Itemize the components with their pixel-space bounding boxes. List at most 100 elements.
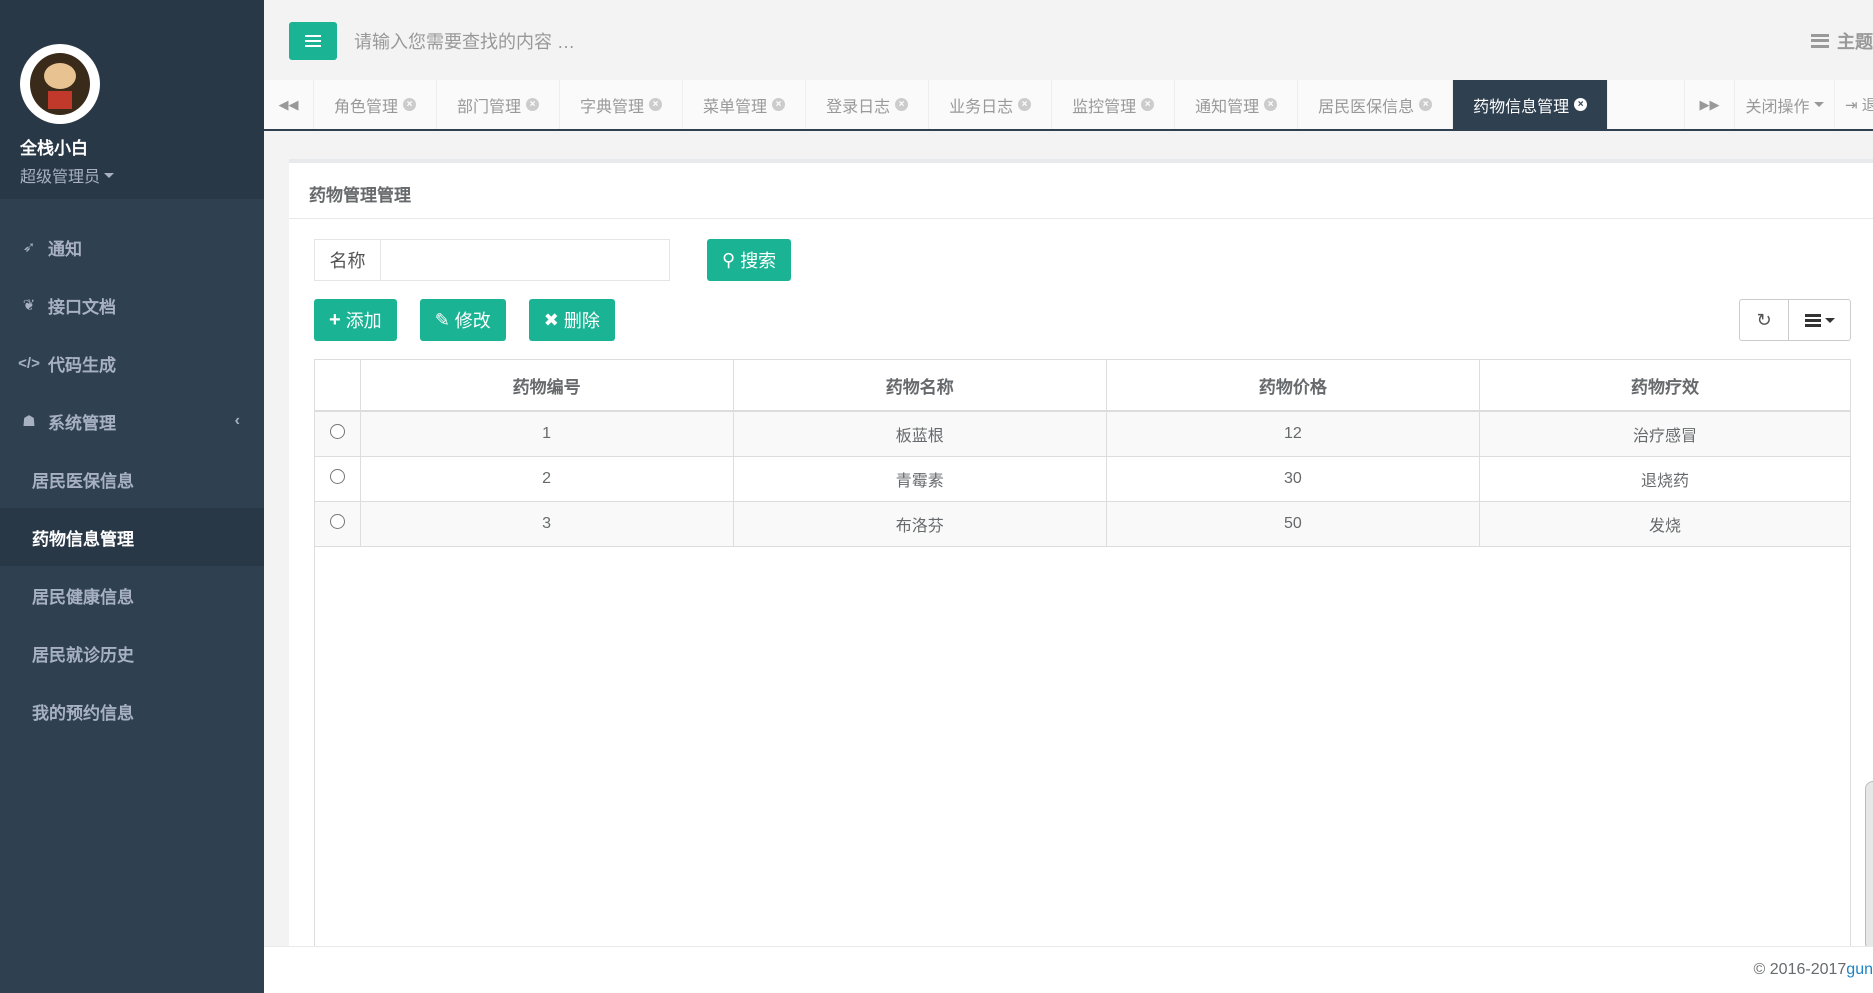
tab-dict[interactable]: 字典管理 × bbox=[560, 80, 684, 129]
tab-role[interactable]: 角色管理 × bbox=[314, 80, 438, 129]
tab-label: 药物信息管理 bbox=[1473, 98, 1570, 116]
side-scroll-handle[interactable] bbox=[1865, 781, 1873, 951]
avatar-image bbox=[30, 53, 90, 115]
logout-button[interactable]: ⇥ 退 bbox=[1834, 80, 1873, 129]
row-radio[interactable] bbox=[329, 468, 345, 484]
top-header: 主题 bbox=[264, 0, 1873, 80]
theme-button[interactable]: 主题 bbox=[1811, 28, 1873, 54]
row-select-cell bbox=[315, 501, 361, 547]
sidebar-item-label: 通知 bbox=[48, 239, 82, 259]
close-icon[interactable]: × bbox=[1574, 98, 1588, 111]
footer-link[interactable]: gun bbox=[1846, 961, 1873, 979]
close-icon[interactable]: × bbox=[1419, 98, 1433, 111]
tab-label: 菜单管理 bbox=[703, 98, 768, 116]
tab-scroll-right-button[interactable]: ▶▶ bbox=[1684, 80, 1734, 129]
columns-button[interactable] bbox=[1788, 300, 1850, 340]
tab-monitor[interactable]: 监控管理 × bbox=[1052, 80, 1176, 129]
delete-button-label: 删除 bbox=[563, 311, 600, 331]
close-operations-label: 关闭操作 bbox=[1745, 98, 1810, 116]
sidebar-item-code-gen[interactable]: </> 代码生成 bbox=[0, 334, 264, 392]
sidebar-item-health[interactable]: 居民健康信息 bbox=[0, 566, 264, 624]
header-drug-id[interactable]: 药物编号 bbox=[360, 360, 734, 412]
header-drug-effect[interactable]: 药物疗效 bbox=[1479, 360, 1850, 412]
sidebar-item-api-docs[interactable]: ❦ 接口文档 bbox=[0, 276, 264, 334]
tab-scroll-left-button[interactable]: ◀◀ bbox=[264, 80, 314, 129]
delete-button[interactable]: ✖ 删除 bbox=[528, 299, 615, 341]
theme-label: 主题 bbox=[1837, 32, 1873, 52]
close-icon[interactable]: × bbox=[895, 98, 909, 111]
chevron-left-icon: ‹ bbox=[234, 412, 240, 429]
footer: © 2016-2017 gun bbox=[264, 946, 1873, 993]
name-filter: 名称 bbox=[314, 239, 670, 281]
edit-icon: ✎ bbox=[434, 309, 450, 330]
close-icon[interactable]: × bbox=[1141, 98, 1155, 111]
sidebar-item-system[interactable]: ☗ 系统管理 ‹ bbox=[0, 392, 264, 450]
tab-dept[interactable]: 部门管理 × bbox=[437, 80, 561, 129]
search-button-label: 搜索 bbox=[740, 251, 777, 271]
avatar[interactable] bbox=[20, 44, 100, 124]
profile-role-dropdown[interactable]: 超级管理员 bbox=[20, 163, 264, 187]
tab-label: 部门管理 bbox=[457, 98, 522, 116]
tab-label: 业务日志 bbox=[949, 98, 1014, 116]
drug-panel: 药物管理管理 名称 ⚲ 搜索 + 添加 ✎ 修改 ✖ 删除 ↻ 药物编号 药物名… bbox=[289, 159, 1873, 950]
header-drug-name[interactable]: 药物名称 bbox=[733, 360, 1107, 412]
row-radio[interactable] bbox=[329, 513, 345, 529]
row-select-cell bbox=[315, 456, 361, 502]
sidebar: 全栈小白 超级管理员 ➶ 通知 ❦ 接口文档 </> 代码生成 ☗ 系统管理 ‹… bbox=[0, 0, 264, 993]
add-button-label: 添加 bbox=[345, 311, 382, 331]
tab-insurance[interactable]: 居民医保信息 × bbox=[1298, 80, 1454, 129]
close-icon[interactable]: × bbox=[1018, 98, 1032, 111]
sidebar-nav: ➶ 通知 ❦ 接口文档 </> 代码生成 ☗ 系统管理 ‹ 居民医保信息 药物信… bbox=[0, 218, 264, 740]
sidebar-item-drug[interactable]: 药物信息管理 bbox=[0, 508, 264, 566]
edit-button[interactable]: ✎ 修改 bbox=[419, 299, 506, 341]
content-area: 药物管理管理 名称 ⚲ 搜索 + 添加 ✎ 修改 ✖ 删除 ↻ 药物编号 药物名… bbox=[264, 131, 1873, 951]
close-icon[interactable]: × bbox=[403, 98, 417, 111]
times-icon: ✖ bbox=[543, 309, 559, 330]
search-icon: ⚲ bbox=[722, 249, 736, 270]
refresh-button[interactable]: ↻ bbox=[1740, 300, 1788, 340]
menu-toggle-button[interactable] bbox=[289, 22, 337, 60]
sidebar-item-insurance[interactable]: 居民医保信息 bbox=[0, 450, 264, 508]
close-icon[interactable]: × bbox=[772, 98, 786, 111]
tab-drug[interactable]: 药物信息管理 × bbox=[1453, 80, 1609, 129]
rocket-icon: ➶ bbox=[22, 239, 36, 256]
sidebar-item-notice[interactable]: ➶ 通知 bbox=[0, 218, 264, 276]
close-icon[interactable]: × bbox=[526, 98, 540, 111]
table-cell: 发烧 bbox=[1479, 501, 1850, 547]
sidebar-item-label: 我的预约信息 bbox=[32, 703, 134, 723]
backward-icon: ◀◀ bbox=[278, 96, 299, 112]
sidebar-item-label: 接口文档 bbox=[48, 297, 116, 317]
table-cell: 治疗感冒 bbox=[1479, 411, 1850, 457]
sidebar-item-visits[interactable]: 居民就诊历史 bbox=[0, 624, 264, 682]
header-drug-price[interactable]: 药物价格 bbox=[1106, 360, 1481, 412]
search-input[interactable] bbox=[354, 26, 854, 58]
profile-role-label: 超级管理员 bbox=[20, 169, 101, 186]
table-cell: 3 bbox=[360, 501, 734, 547]
tab-label: 登录日志 bbox=[826, 98, 891, 116]
close-icon[interactable]: × bbox=[1264, 98, 1278, 111]
close-icon[interactable]: × bbox=[649, 98, 663, 111]
list-icon bbox=[1804, 313, 1821, 327]
add-button[interactable]: + 添加 bbox=[314, 299, 397, 341]
tab-biz-log[interactable]: 业务日志 × bbox=[929, 80, 1053, 129]
close-operations-dropdown[interactable]: 关闭操作 bbox=[1734, 80, 1834, 129]
table-row[interactable]: 1 板蓝根 12 治疗感冒 bbox=[315, 411, 1850, 457]
action-toolbar: + 添加 ✎ 修改 ✖ 删除 bbox=[314, 299, 615, 341]
table-cell: 30 bbox=[1106, 456, 1481, 502]
sidebar-item-label: 系统管理 bbox=[48, 413, 116, 433]
table-row[interactable]: 3 布洛芬 50 发烧 bbox=[315, 501, 1850, 547]
tab-menu[interactable]: 菜单管理 × bbox=[683, 80, 807, 129]
tab-label: 监控管理 bbox=[1072, 98, 1137, 116]
row-radio[interactable] bbox=[329, 423, 345, 439]
tab-notice[interactable]: 通知管理 × bbox=[1175, 80, 1299, 129]
row-select-cell bbox=[315, 411, 361, 457]
search-button[interactable]: ⚲ 搜索 bbox=[707, 239, 792, 281]
name-filter-input[interactable] bbox=[380, 239, 670, 281]
plus-icon: + bbox=[329, 308, 341, 331]
tab-label: 角色管理 bbox=[334, 98, 399, 116]
sidebar-item-label: 居民医保信息 bbox=[32, 471, 134, 491]
tab-login-log[interactable]: 登录日志 × bbox=[806, 80, 930, 129]
sidebar-item-appointments[interactable]: 我的预约信息 bbox=[0, 682, 264, 740]
table-row[interactable]: 2 青霉素 30 退烧药 bbox=[315, 456, 1850, 502]
panel-title: 药物管理管理 bbox=[289, 163, 1873, 219]
